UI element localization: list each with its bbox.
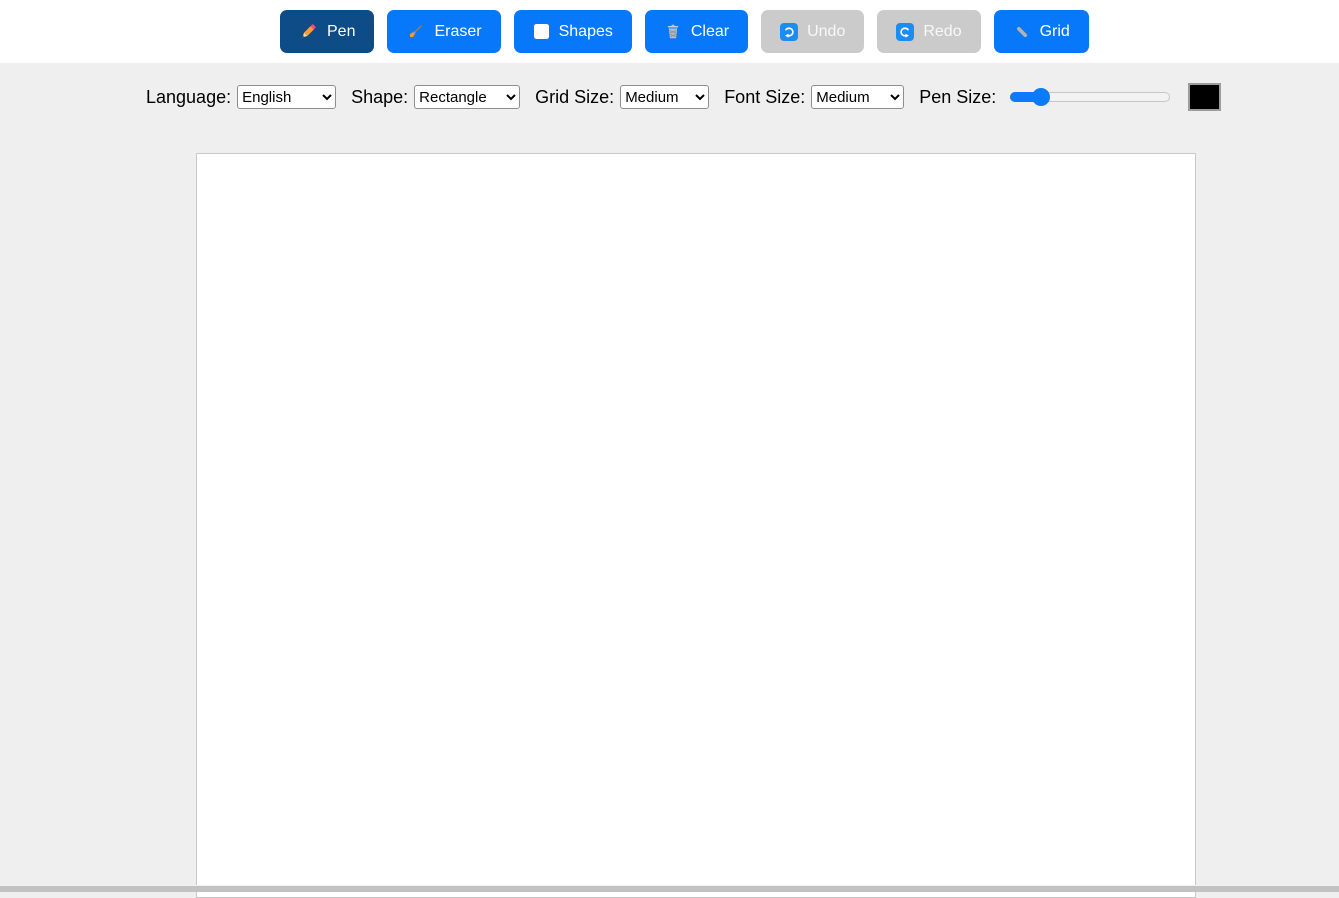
toolbar: Pen Eraser Shapes [0,0,1339,63]
clear-button[interactable]: Clear [645,10,748,53]
undo-arrow-icon [780,23,798,41]
pen-button-label: Pen [327,23,355,41]
shape-label: Shape: [351,87,408,108]
slider-thumb[interactable] [1032,88,1050,106]
pen-size-label: Pen Size: [919,87,996,108]
grid-size-label: Grid Size: [535,87,614,108]
horizontal-scrollbar-thumb[interactable] [0,886,1339,892]
pen-size-slider[interactable] [1010,88,1170,106]
clear-button-label: Clear [691,23,729,41]
horizontal-scrollbar[interactable] [0,885,1339,892]
redo-button-label: Redo [923,23,961,41]
font-size-select[interactable]: Medium [811,85,904,109]
toolbar-button-row: Pen Eraser Shapes [280,10,1089,53]
eraser-button[interactable]: Eraser [387,10,500,53]
redo-button[interactable]: Redo [877,10,980,53]
grid-pencil-icon [1013,23,1031,41]
language-select[interactable]: English [237,85,336,109]
settings-row: Language: English Shape: Rectangle Grid … [146,82,1221,112]
brush-icon [406,22,425,41]
pencil-icon [299,22,318,41]
language-label: Language: [146,87,231,108]
undo-button-label: Undo [807,23,845,41]
pen-color-swatch[interactable] [1188,83,1221,111]
pen-button[interactable]: Pen [280,10,374,53]
grid-button[interactable]: Grid [994,10,1089,53]
grid-size-select[interactable]: Medium [620,85,709,109]
square-icon [533,23,550,40]
shapes-button[interactable]: Shapes [514,10,632,53]
drawing-canvas[interactable] [196,153,1196,898]
eraser-button-label: Eraser [434,23,481,41]
wastebasket-icon [664,22,682,41]
redo-arrow-icon [896,23,914,41]
font-size-label: Font Size: [724,87,805,108]
grid-button-label: Grid [1040,23,1070,41]
shapes-button-label: Shapes [559,23,613,41]
shape-select[interactable]: Rectangle [414,85,520,109]
undo-button[interactable]: Undo [761,10,864,53]
